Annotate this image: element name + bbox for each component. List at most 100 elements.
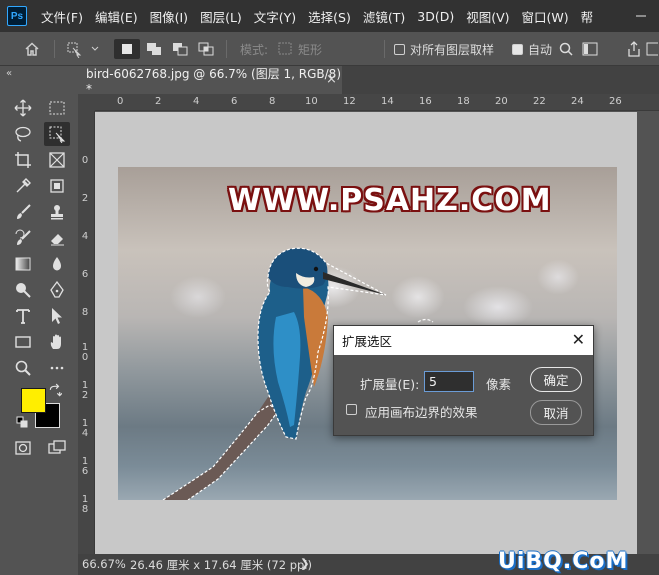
collapse-panel-icon[interactable]: « [6, 68, 12, 79]
apply-canvas-bounds-checkbox[interactable] [346, 404, 357, 415]
menu-file[interactable]: 文件(F) [35, 7, 89, 26]
auto-select-checkbox[interactable] [512, 43, 523, 55]
ruler-label: 6 [81, 269, 89, 280]
hand-tool-icon[interactable] [44, 330, 70, 354]
ruler-label: 1 8 [81, 494, 89, 515]
ruler-label: 4 [193, 96, 200, 107]
site-logo: UiBQ.CoM [498, 549, 629, 574]
rectangular-marquee-tool-icon[interactable] [44, 96, 70, 120]
document-tab-title: bird-6062768.jpg @ 66.7% (图层 1, RGB/8) * [86, 66, 342, 96]
zoom-tool-icon[interactable] [10, 356, 36, 380]
home-icon[interactable] [20, 39, 44, 59]
options-bar: 模式: 矩形 对所有图层取样 自动 [0, 32, 659, 66]
mode-value: 矩形 [298, 42, 323, 57]
history-brush-tool-icon[interactable] [10, 226, 36, 250]
ruler-corner [78, 94, 95, 111]
swap-colors-icon[interactable] [48, 383, 62, 398]
menu-filter[interactable]: 滤镜(T) [357, 7, 411, 26]
screen-mode-icon[interactable] [44, 436, 70, 460]
object-selection-tool-icon[interactable] [44, 122, 70, 146]
ruler-label: 1 2 [81, 380, 89, 401]
ruler-label: 0 [117, 96, 124, 107]
photoshop-logo: Ps [7, 6, 27, 26]
mode-select[interactable]: 矩形 [278, 39, 376, 59]
ruler-label: 20 [495, 96, 508, 107]
add-to-selection-button[interactable] [142, 39, 166, 59]
menu-bar: Ps 文件(F) 编辑(E) 图像(I) 图层(L) 文字(Y) 选择(S) 滤… [0, 0, 659, 32]
search-icon[interactable] [556, 39, 576, 59]
document-tab[interactable]: bird-6062768.jpg @ 66.7% (图层 1, RGB/8) *… [78, 66, 342, 96]
cancel-button[interactable]: 取消 [530, 400, 582, 425]
more-tools-icon[interactable] [44, 356, 70, 380]
workspace-icon[interactable] [580, 39, 600, 59]
status-menu-icon[interactable]: ❯ [300, 556, 310, 570]
ruler-label: 16 [419, 96, 432, 107]
quick-mask-icon[interactable] [10, 436, 36, 460]
auto-select-option[interactable]: 自动 [512, 39, 552, 59]
crop-tool-icon[interactable] [10, 148, 36, 172]
menu-help[interactable]: 帮 [575, 7, 600, 26]
new-selection-button[interactable] [114, 39, 140, 59]
ruler-label: 18 [457, 96, 470, 107]
default-colors-icon[interactable] [16, 416, 30, 432]
eyedropper-tool-icon[interactable] [10, 174, 36, 198]
close-icon[interactable]: ✕ [572, 330, 585, 350]
tools-panel: « [0, 66, 78, 575]
ruler-label: 14 [381, 96, 394, 107]
document-info: 26.46 厘米 x 17.64 厘米 (72 ppi) [130, 558, 312, 572]
panel-arrangement-icon[interactable] [646, 39, 658, 59]
ruler-label: 24 [571, 96, 584, 107]
ruler-label: 8 [269, 96, 276, 107]
eraser-tool-icon[interactable] [44, 226, 70, 250]
sample-all-layers-checkbox[interactable] [394, 43, 405, 55]
ruler-label: 2 [81, 193, 89, 204]
type-tool-icon[interactable] [10, 304, 36, 328]
dialog-title-bar: 扩展选区 ✕ [334, 326, 593, 355]
menu-window[interactable]: 窗口(W) [516, 7, 575, 26]
ruler-label: 1 6 [81, 456, 89, 477]
frame-tool-icon[interactable] [44, 148, 70, 172]
foreground-color-swatch[interactable] [21, 388, 46, 413]
close-tab-icon[interactable]: × [326, 72, 337, 87]
pen-tool-icon[interactable] [44, 278, 70, 302]
blur-tool-icon[interactable] [44, 252, 70, 276]
clone-stamp-tool-icon[interactable] [44, 200, 70, 224]
menu-layer[interactable]: 图层(L) [194, 7, 248, 26]
expand-by-input[interactable] [424, 371, 474, 392]
move-tool-icon[interactable] [10, 96, 36, 120]
3d-material-tool-icon[interactable] [44, 174, 70, 198]
menu-type[interactable]: 文字(Y) [248, 7, 302, 26]
zoom-level[interactable]: 66.67% [82, 557, 126, 571]
ruler-label: 1 0 [81, 342, 89, 363]
horizontal-ruler: 0 2 4 6 8 10 12 14 16 18 20 22 24 26 [95, 94, 659, 111]
rectangle-tool-icon[interactable] [10, 330, 36, 354]
auto-select-label: 自动 [527, 42, 552, 57]
ruler-label: 22 [533, 96, 546, 107]
menu-edit[interactable]: 编辑(E) [89, 7, 144, 26]
mode-label: 模式: [239, 42, 269, 57]
ruler-label: 12 [343, 96, 356, 107]
share-icon[interactable] [624, 39, 644, 59]
dodge-tool-icon[interactable] [10, 278, 36, 302]
menu-select[interactable]: 选择(S) [302, 7, 357, 26]
ok-button[interactable]: 确定 [530, 367, 582, 392]
ruler-label: 2 [155, 96, 162, 107]
sample-all-layers-option[interactable]: 对所有图层取样 [394, 39, 504, 59]
unit-label: 像素 [486, 377, 512, 392]
gradient-tool-icon[interactable] [10, 252, 36, 276]
menu-image[interactable]: 图像(I) [144, 7, 194, 26]
sample-all-layers-label: 对所有图层取样 [410, 42, 495, 57]
menu-view[interactable]: 视图(V) [460, 7, 515, 26]
tool-preset-picker[interactable] [64, 39, 100, 59]
lasso-tool-icon[interactable] [10, 122, 36, 146]
ruler-label: 6 [231, 96, 238, 107]
watermark-text: WWW.PSAHZ.COM [228, 183, 552, 218]
intersect-selection-button[interactable] [194, 39, 218, 59]
menu-3d[interactable]: 3D(D) [411, 9, 460, 24]
expand-by-label: 扩展量(E): [360, 377, 420, 392]
brush-tool-icon[interactable] [10, 200, 36, 224]
minimize-icon[interactable] [631, 6, 651, 26]
document-tab-bar: bird-6062768.jpg @ 66.7% (图层 1, RGB/8) *… [78, 66, 659, 96]
path-selection-tool-icon[interactable] [44, 304, 70, 328]
subtract-from-selection-button[interactable] [168, 39, 192, 59]
